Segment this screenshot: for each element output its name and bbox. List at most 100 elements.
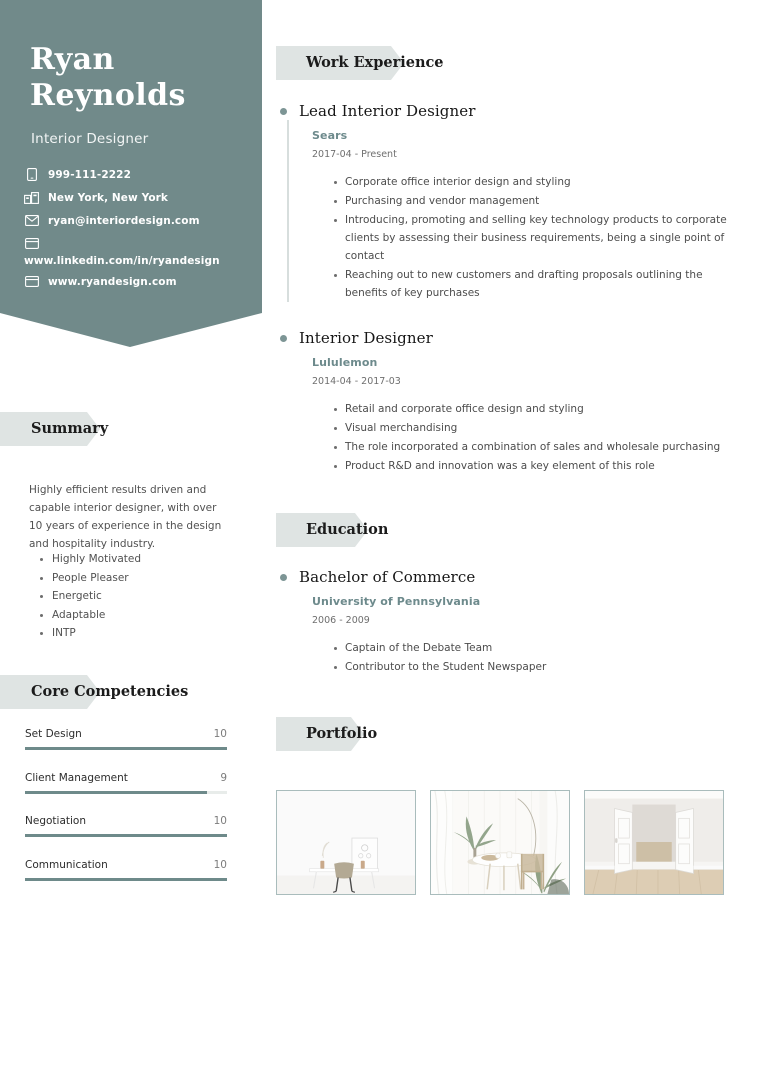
competency-score: 9 — [220, 771, 227, 784]
competency-track — [25, 834, 227, 837]
competency-label: Negotiation — [25, 815, 86, 827]
education-entry-points: Captain of the Debate Team Contributor t… — [312, 639, 746, 676]
education-entry-organization: University of Pennsylvania — [312, 595, 481, 608]
competency-row: Negotiation 10 — [25, 815, 227, 837]
portfolio-grid — [276, 790, 746, 895]
education-entry-body: University of Pennsylvania 2006 - 2009 C… — [287, 586, 746, 676]
competency-label: Client Management — [25, 771, 128, 784]
contact-location-text: New York, New York — [48, 191, 169, 204]
list-item: Reaching out to new customers and drafti… — [334, 266, 746, 302]
education-entry-dates: 2006 - 2009 — [312, 615, 370, 626]
list-item: Highly Motivated — [40, 550, 230, 569]
list-item: Contributor to the Student Newspaper — [334, 658, 746, 676]
competency-row: Communication 10 — [25, 859, 227, 881]
contact-list: 999-111-2222 New York, New York ryan@int… — [24, 168, 256, 298]
competency-label: Set Design — [25, 728, 82, 740]
work-entry: Lead Interior Designer Sears 2017-04 - P… — [276, 102, 746, 302]
envelope-icon — [24, 214, 39, 227]
sidebar: Ryan Reynolds Interior Designer 999-111-… — [0, 0, 262, 1077]
competency-track — [25, 877, 227, 881]
list-item: INTP — [40, 624, 230, 643]
work-entry-dates: 2014-04 - 2017-03 — [312, 376, 401, 387]
education-entry-title: Bachelor of Commerce — [299, 568, 476, 586]
job-title: Interior Designer — [31, 131, 149, 147]
summary-heading: Summary — [31, 420, 109, 437]
competency-fill — [25, 747, 227, 750]
contact-email[interactable]: ryan@interiordesign.com — [24, 214, 256, 227]
work-experience-heading-badge: Work Experience — [276, 46, 452, 80]
portfolio-heading: Portfolio — [306, 725, 378, 742]
portfolio-thumbnail[interactable] — [584, 790, 724, 895]
competency-label: Communication — [25, 858, 108, 871]
entry-bullet-icon — [280, 334, 287, 342]
list-item: Product R&D and innovation was a key ele… — [334, 457, 746, 475]
portfolio-heading-badge: Portfolio — [276, 717, 385, 751]
work-entry-body: Lululemon 2014-04 - 2017-03 Retail and c… — [287, 347, 746, 475]
competencies-heading: Core Competencies — [31, 683, 189, 700]
work-experience-heading: Work Experience — [306, 54, 444, 71]
competencies-heading-badge: Core Competencies — [0, 675, 194, 709]
page-title: Ryan Reynolds — [30, 42, 186, 114]
education-entry: Bachelor of Commerce University of Penns… — [276, 568, 746, 676]
competency-track — [25, 747, 227, 750]
browser-window-icon — [24, 275, 39, 288]
education-heading-badge: Education — [276, 513, 396, 547]
competency-track — [25, 790, 227, 794]
contact-phone[interactable]: 999-111-2222 — [24, 168, 256, 181]
list-item: Visual merchandising — [334, 419, 746, 437]
location-building-icon — [24, 191, 39, 204]
entry-bullet-icon — [280, 573, 287, 581]
work-experience-section: Work Experience Lead Interior Designer S… — [276, 46, 746, 475]
competency-fill — [25, 790, 207, 794]
competency-score: 10 — [213, 858, 227, 871]
phone-icon — [24, 168, 39, 181]
summary-paragraph: Highly efficient results driven and capa… — [29, 483, 222, 551]
entry-bullet-icon — [280, 107, 287, 115]
list-item: The role incorporated a combination of s… — [334, 438, 746, 456]
education-heading: Education — [306, 521, 389, 538]
list-item: Corporate office interior design and sty… — [334, 173, 746, 191]
competency-score: 10 — [213, 728, 227, 740]
list-item: Captain of the Debate Team — [334, 639, 746, 657]
contact-email-text: ryan@interiordesign.com — [48, 214, 200, 227]
summary-heading-badge: Summary — [0, 412, 114, 446]
work-entry-title: Lead Interior Designer — [299, 102, 476, 120]
portfolio-section: Portfolio — [276, 717, 746, 895]
competency-row: Client Management 9 — [25, 772, 227, 794]
list-item: Introducing, promoting and selling key t… — [334, 211, 746, 265]
portfolio-thumbnail[interactable] — [430, 790, 570, 895]
competency-fill — [25, 834, 227, 837]
work-entry-points: Corporate office interior design and sty… — [312, 173, 746, 302]
last-name: Reynolds — [30, 78, 186, 113]
list-item: Purchasing and vendor management — [334, 192, 746, 210]
list-item: Retail and corporate office design and s… — [334, 400, 746, 418]
competency-list: Set Design 10 Client Management 9 Negoti… — [25, 728, 227, 902]
work-entry-organization: Lululemon — [312, 356, 378, 369]
main-column: Work Experience Lead Interior Designer S… — [276, 0, 746, 895]
work-entry-points: Retail and corporate office design and s… — [312, 400, 746, 475]
browser-window-icon — [24, 237, 39, 250]
contact-website-text: www.ryandesign.com — [48, 275, 177, 288]
list-item: Adaptable — [40, 606, 230, 625]
portfolio-thumbnail[interactable] — [276, 790, 416, 895]
contact-location[interactable]: New York, New York — [24, 191, 256, 204]
contact-website[interactable]: www.ryandesign.com — [24, 275, 256, 288]
work-entry-dates: 2017-04 - Present — [312, 149, 397, 160]
competency-score: 10 — [213, 815, 227, 827]
resume-page: Ryan Reynolds Interior Designer 999-111-… — [0, 0, 760, 1077]
list-item: Energetic — [40, 587, 230, 606]
competency-fill — [25, 877, 227, 881]
summary-trait-list: Highly Motivated People Pleaser Energeti… — [40, 550, 230, 643]
first-name: Ryan — [30, 42, 115, 77]
work-entry-title: Interior Designer — [299, 329, 433, 347]
contact-phone-text: 999-111-2222 — [48, 168, 131, 181]
contact-linkedin-text: www.linkedin.com/in/ryandesign — [24, 255, 220, 267]
list-item: People Pleaser — [40, 569, 230, 588]
work-entry: Interior Designer Lululemon 2014-04 - 20… — [276, 329, 746, 475]
work-entry-body: Sears 2017-04 - Present Corporate office… — [287, 120, 746, 302]
education-section: Education Bachelor of Commerce Universit… — [276, 513, 746, 676]
work-entry-organization: Sears — [312, 129, 348, 142]
contact-linkedin[interactable]: www.linkedin.com/in/ryandesign — [24, 237, 256, 267]
competency-row: Set Design 10 — [25, 728, 227, 750]
profile-banner: Ryan Reynolds Interior Designer 999-111-… — [0, 0, 262, 347]
